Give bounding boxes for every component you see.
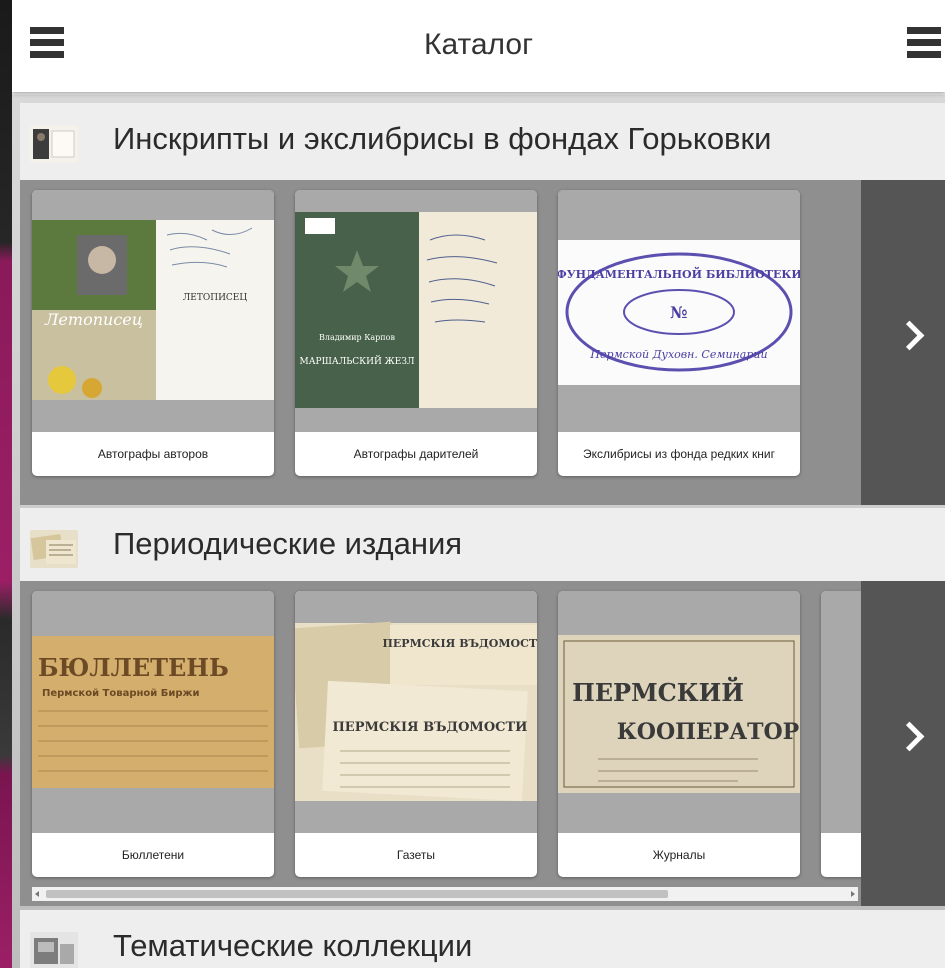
section-title: Тематические коллекции: [113, 928, 473, 963]
section-header-inscriptions[interactable]: Инскрипты и экслибрисы в фондах Горьковк…: [20, 103, 945, 181]
carousel-inscriptions: Летописец ЛЕТОПИСЕЦ Автографы авторов Вл…: [20, 180, 945, 505]
card-image-subtitle: Пермской Товарной Биржи: [42, 688, 200, 699]
stamp-bottom-text: Пермской Духовн. Семинарии: [589, 348, 767, 361]
card-exlibris[interactable]: ФУНДАМЕНТАЛЬНОЙ БИБЛИОТЕКИ № Пермской Ду…: [558, 190, 800, 476]
card-caption: Экслибрисы из фонда редких книг: [583, 447, 775, 461]
card-image-subtitle: ЛЕТОПИСЕЦ: [183, 293, 248, 303]
card-caption: Автографы дарителей: [353, 447, 479, 461]
card-caption: Автографы авторов: [97, 447, 209, 461]
card-caption: Бюллетени: [121, 848, 185, 862]
chevron-right-icon: [894, 320, 925, 351]
card-caption: Журналы: [652, 848, 706, 862]
svg-text:№: №: [670, 303, 687, 322]
scrollbar-thumb[interactable]: [46, 890, 669, 898]
section-title: Периодические издания: [113, 526, 463, 561]
chevron-right-icon: [894, 721, 925, 752]
card-donor-autographs[interactable]: Владимир Карпов МАРШАЛЬСКИЙ ЖЕЗЛ Автогра…: [295, 190, 537, 476]
card-image: Владимир Карпов МАРШАЛЬСКИЙ ЖЕЗЛ: [295, 190, 537, 432]
carousel-next-button[interactable]: [861, 180, 945, 505]
card-image: ФУНДАМЕНТАЛЬНОЙ БИБЛИОТЕКИ № Пермской Ду…: [558, 190, 800, 432]
inscription-thumb: [30, 125, 78, 163]
top-bar: Каталог: [12, 0, 945, 92]
card-image: Летописец ЛЕТОПИСЕЦ: [32, 190, 274, 432]
card-image-subtitle: ПЕРМСКІЯ ВЪДОМОСТИ: [333, 720, 528, 735]
card-image-title: МАРШАЛЬСКИЙ ЖЕЗЛ: [300, 355, 415, 367]
page-title: Каталог: [423, 28, 534, 61]
card-image-title: ПЕРМСКІЯ ВЪДОМОСТИ: [383, 637, 537, 650]
section-header-thematic[interactable]: Тематические коллекции: [20, 910, 945, 968]
scroll-right-arrow-icon[interactable]: [851, 891, 855, 897]
card-bulletins[interactable]: БЮЛЛЕТЕНЬ Пермской Товарной Биржи Бюллет…: [32, 591, 274, 877]
scroll-left-arrow-icon[interactable]: [35, 891, 39, 897]
carousel-periodicals: БЮЛЛЕТЕНЬ Пермской Товарной Биржи Бюллет…: [20, 581, 945, 906]
app-window: Каталог Инскрипты и экслибрисы в фондах …: [12, 0, 945, 968]
horizontal-scrollbar[interactable]: [32, 887, 858, 901]
carousel-next-button[interactable]: [861, 581, 945, 906]
card-image: БЮЛЛЕТЕНЬ Пермской Товарной Биржи: [32, 591, 274, 833]
card-image-title: БЮЛЛЕТЕНЬ: [38, 653, 229, 682]
newspaper-thumb: [30, 530, 78, 568]
section-title: Инскрипты и экслибрисы в фондах Горьковк…: [113, 121, 772, 156]
hamburger-menu-icon[interactable]: [907, 27, 941, 61]
card-image: ПЕРМСКІЯ ВЪДОМОСТИ ПЕРМСКІЯ ВЪДОМОСТИ: [295, 591, 537, 833]
card-caption: Газеты: [396, 848, 436, 862]
card-author-autographs[interactable]: Летописец ЛЕТОПИСЕЦ Автографы авторов: [32, 190, 274, 476]
card-image-subtitle: КООПЕРАТОР: [617, 719, 799, 745]
collection-thumb: [30, 932, 78, 968]
card-image-title: Летописец: [44, 310, 143, 329]
section-header-periodicals[interactable]: Периодические издания: [20, 508, 945, 586]
card-image-author: Владимир Карпов: [319, 333, 395, 342]
stamp-top-text: ФУНДАМЕНТАЛЬНОЙ БИБЛИОТЕКИ: [558, 266, 800, 281]
card-magazines[interactable]: ПЕРМСКИЙ КООПЕРАТОР Журналы: [558, 591, 800, 877]
card-image: ПЕРМСКИЙ КООПЕРАТОР: [558, 591, 800, 833]
card-image-title: ПЕРМСКИЙ: [572, 676, 744, 707]
card-newspapers[interactable]: ПЕРМСКІЯ ВЪДОМОСТИ ПЕРМСКІЯ ВЪДОМОСТИ Га…: [295, 591, 537, 877]
